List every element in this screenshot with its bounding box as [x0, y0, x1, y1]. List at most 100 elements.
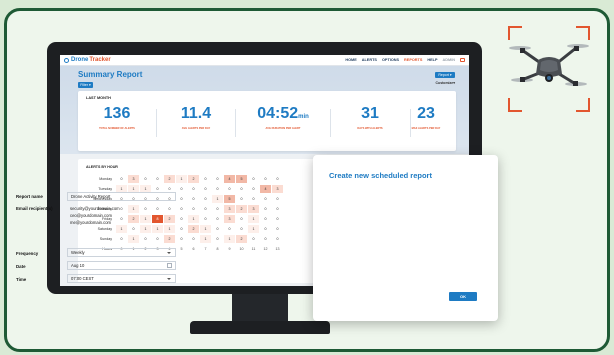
heatmap-cell: 0 — [276, 217, 279, 221]
report-button-label: Report — [438, 73, 449, 77]
heatmap-hour-label: 5 — [180, 247, 183, 251]
stat-days-with-alerts: 31 DAYS WITH ALERTS — [335, 105, 405, 130]
report-header-band: Summary Report Filter ▾ Report ▾ Customi… — [60, 66, 469, 154]
customize-link[interactable]: Customize▾ — [436, 81, 455, 85]
time-select[interactable]: 07:00 CEST — [67, 274, 176, 283]
stat-label: AVG ALERTS PER DAY — [181, 127, 211, 130]
notification-icon[interactable] — [460, 58, 465, 62]
nav-reports[interactable]: REPORTS — [404, 58, 422, 62]
heatmap-cell: 0 — [276, 227, 279, 231]
heatmap-cell: 3 — [224, 205, 235, 213]
heatmap-cell: 0 — [276, 237, 279, 241]
heatmap-cell: 0 — [216, 237, 219, 241]
heatmap-cell: 0 — [228, 187, 231, 191]
filter-button[interactable]: Filter ▾ — [78, 82, 93, 88]
stat-number: 31 — [361, 105, 379, 122]
user-menu[interactable]: ADMIN — [443, 58, 455, 62]
heatmap-cell: 0 — [204, 207, 207, 211]
heatmap-cell: 2 — [188, 175, 199, 183]
heatmap-cell: 3 — [248, 205, 259, 213]
heatmap-cell: 2 — [188, 225, 199, 233]
heatmap-cell: 0 — [264, 237, 267, 241]
heatmap-hour-label: 8 — [216, 247, 219, 251]
heatmap-cell: 0 — [240, 227, 243, 231]
heatmap-cell: 1 — [248, 215, 259, 223]
heatmap-cell: 1 — [128, 235, 139, 243]
heatmap-cell: 4 — [224, 175, 235, 183]
date-input[interactable]: Aug 10 — [67, 261, 176, 270]
heatmap-cell: 0 — [240, 187, 243, 191]
stat-label: DAYS WITH ALERTS — [357, 127, 383, 130]
divider — [330, 109, 331, 137]
heatmap-hour-label: 13 — [275, 247, 280, 251]
heatmap-cell: 0 — [192, 237, 195, 241]
stat-value: 04:52min — [242, 105, 324, 123]
heatmap-cell: 2 — [236, 205, 247, 213]
period-label: LAST MONTH — [86, 96, 111, 100]
heatmap-cell: 0 — [252, 197, 255, 201]
stat-number: 11.4 — [180, 105, 212, 122]
heatmap-cell: 5 — [236, 175, 247, 183]
page-title: Summary Report — [78, 70, 143, 79]
heatmap-hour-label: 11 — [251, 247, 256, 251]
monitor-stand — [232, 294, 288, 324]
heatmap-hour-label: 12 — [263, 247, 268, 251]
heatmap-cell: 0 — [204, 217, 207, 221]
nav-home[interactable]: HOME — [345, 58, 356, 62]
target-corner-icon — [508, 26, 522, 40]
filter-label: Filter — [80, 83, 89, 87]
time-value: 07:00 CEST — [71, 276, 94, 281]
heatmap-cell: 0 — [252, 237, 255, 241]
target-corner-icon — [508, 98, 522, 112]
logo-brand: Drone — [71, 57, 89, 63]
nav-alerts[interactable]: ALERTS — [362, 58, 377, 62]
nav-help[interactable]: HELP — [427, 58, 437, 62]
heatmap-cell: 0 — [180, 187, 183, 191]
divider — [235, 109, 236, 137]
heatmap-cell: 0 — [252, 187, 255, 191]
heatmap-cell: 0 — [180, 207, 183, 211]
stat-max-alerts-per-day: 23 MAX ALERTS PER DAY — [398, 105, 454, 130]
heatmap-cell: 0 — [120, 177, 123, 181]
date-label: Date — [16, 264, 26, 269]
email-recipient: security@yourdomain.com — [70, 206, 120, 211]
dialog-title: Create new scheduled report — [329, 171, 432, 180]
heatmap-day-label: Sunday — [99, 237, 112, 241]
stat-value: 136 — [82, 105, 152, 123]
heatmap-cell: 0 — [216, 187, 219, 191]
heatmap-cell: 0 — [264, 177, 267, 181]
email-recipients-field[interactable]: security@yourdomain.com ceo@yourdomain.c… — [67, 204, 176, 234]
heatmap-cell: 0 — [192, 187, 195, 191]
heatmap-cell: 0 — [120, 237, 123, 241]
app-logo[interactable]: Drone Tracker — [64, 57, 111, 63]
nav-options[interactable]: OPTIONS — [382, 58, 399, 62]
heatmap-cell: 0 — [192, 197, 195, 201]
heatmap-hour-label: 9 — [228, 247, 231, 251]
heatmap-cell: 2 — [236, 235, 247, 243]
frequency-select[interactable]: Weekly — [67, 248, 176, 257]
heatmap-cell: 0 — [180, 197, 183, 201]
heatmap-cell: 0 — [252, 177, 255, 181]
heatmap-cell: 0 — [228, 227, 231, 231]
stat-unit: min — [298, 114, 309, 120]
heatmap-cell: 1 — [200, 225, 211, 233]
heatmap-cell: 0 — [264, 197, 267, 201]
stat-avg-duration: 04:52min AVG DURATION PER ALERT — [242, 105, 324, 130]
email-recipients-label: Email recipient(s) — [16, 206, 53, 211]
calendar-icon[interactable] — [167, 263, 172, 268]
heatmap-cell: 0 — [264, 207, 267, 211]
stat-number: 04:52 — [257, 105, 299, 122]
heatmap-cell: 0 — [240, 197, 243, 201]
divider — [156, 109, 157, 137]
heatmap-hour-label: 6 — [192, 247, 195, 251]
stat-avg-alerts-per-day: 11.4 AVG ALERTS PER DAY — [161, 105, 231, 130]
heatmap-cell: 3 — [224, 215, 235, 223]
report-button[interactable]: Report ▾ — [435, 72, 455, 78]
heatmap-cell: 1 — [248, 225, 259, 233]
report-name-input[interactable]: Drone Activity Report — [67, 192, 176, 201]
ok-button[interactable]: OK — [449, 292, 477, 301]
heatmap-cell: 0 — [204, 197, 207, 201]
heatmap-cell: 0 — [180, 237, 183, 241]
report-name-value: Drone Activity Report — [71, 194, 111, 199]
frequency-value: Weekly — [71, 250, 85, 255]
